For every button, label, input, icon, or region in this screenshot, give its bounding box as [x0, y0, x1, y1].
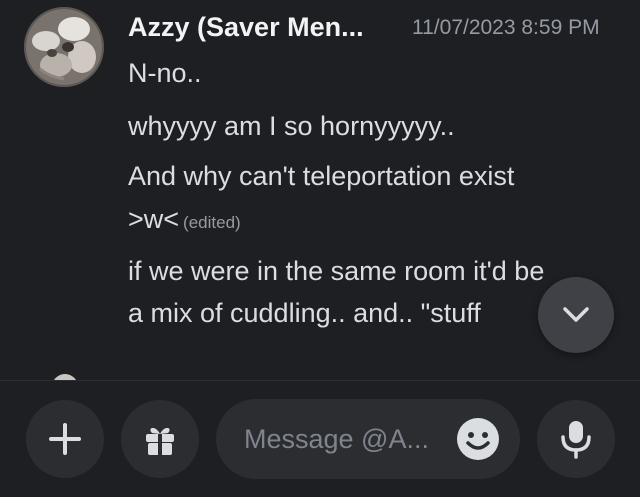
message-input-container[interactable]	[216, 399, 520, 479]
message-line: And why can't teleportation exist	[128, 161, 515, 191]
gift-icon	[146, 427, 174, 455]
message-author[interactable]: Azzy (Saver Men...	[128, 12, 364, 43]
avatar[interactable]	[24, 7, 104, 87]
chevron-down-icon	[563, 307, 589, 322]
message-list[interactable]: Azzy (Saver Men... 11/07/2023 8:59 PM N-…	[0, 0, 640, 380]
plus-icon	[49, 423, 81, 455]
gift-button[interactable]	[121, 400, 199, 478]
emoji-icon	[457, 418, 499, 460]
edited-label: (edited)	[183, 213, 241, 232]
voice-message-button[interactable]	[537, 400, 615, 478]
message-line: if we were in the same room it'd be	[128, 256, 545, 286]
microphone-icon	[561, 421, 591, 459]
add-attachment-button[interactable]	[26, 400, 104, 478]
message-timestamp: 11/07/2023 8:59 PM	[412, 16, 600, 39]
message-line: >w<	[128, 204, 180, 234]
message-line: a mix of cuddling.. and.. "stuff	[128, 298, 481, 328]
emoji-button[interactable]	[456, 417, 500, 461]
dm-chat-screen: Azzy (Saver Men... 11/07/2023 8:59 PM N-…	[0, 0, 640, 497]
message-line-edited: >w< (edited)	[128, 204, 241, 235]
message-input[interactable]	[244, 399, 444, 479]
message-composer	[0, 380, 640, 497]
message-line: whyyyy am I so hornyyyyy..	[128, 111, 455, 141]
message-line: N-no..	[128, 58, 202, 88]
jump-to-present-button[interactable]	[538, 277, 614, 353]
